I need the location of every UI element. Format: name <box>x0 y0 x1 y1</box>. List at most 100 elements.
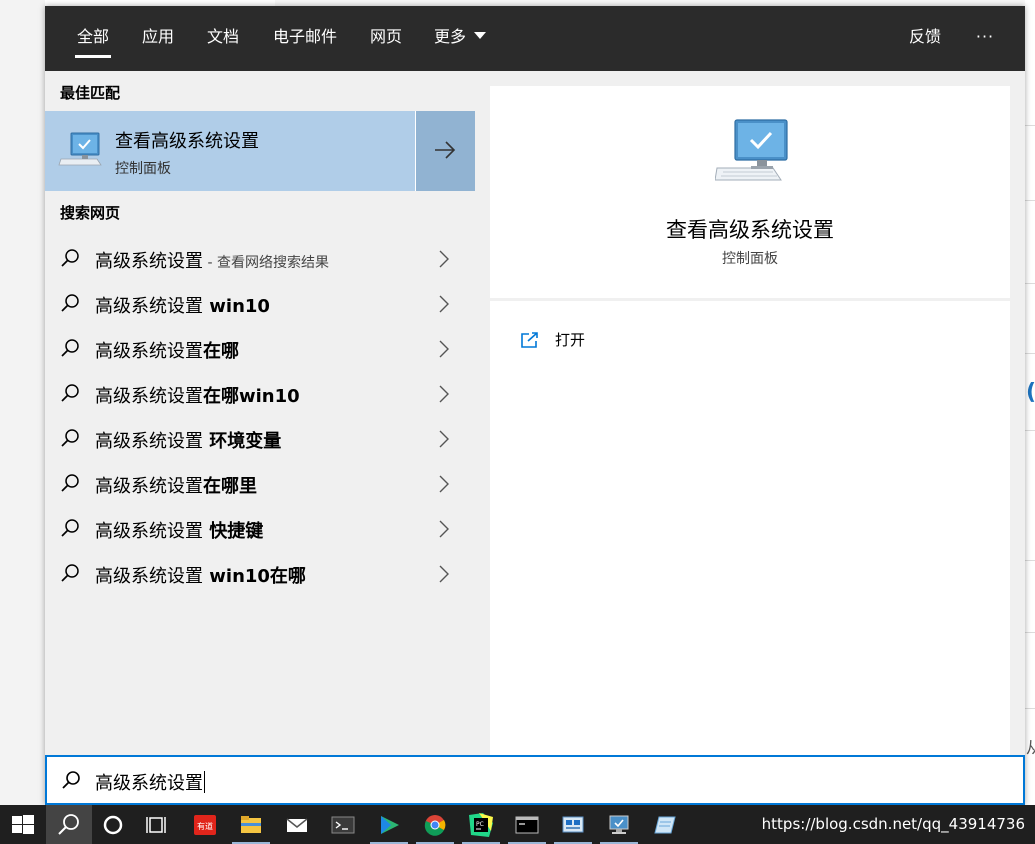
search-input[interactable]: 高级系统设置 <box>95 769 205 795</box>
watermark-url: https://blog.csdn.net/qq_43914736 <box>761 815 1025 833</box>
suggestion-text: 高级系统设置 快捷键 <box>95 517 263 543</box>
tab-apps[interactable]: 应用 <box>140 6 176 71</box>
notepad-icon <box>654 816 676 834</box>
best-match-item[interactable]: 查看高级系统设置 控制面板 <box>45 111 415 191</box>
search-icon <box>61 339 79 357</box>
tab-web[interactable]: 网页 <box>368 6 404 71</box>
suggestion-text: 高级系统设置在哪win10 <box>95 382 300 408</box>
text-cursor <box>204 771 205 793</box>
computer-monitor-icon <box>58 132 102 166</box>
search-icon <box>61 519 79 537</box>
suggestion-text: 高级系统设置在哪 <box>95 337 239 363</box>
tab-email[interactable]: 电子邮件 <box>270 6 340 71</box>
cortana-button[interactable] <box>90 805 136 844</box>
cortana-circle-icon <box>103 815 123 835</box>
background-window-right: ( 从 <box>1025 0 1035 805</box>
terminal-app[interactable] <box>320 805 366 844</box>
web-search-suggestion[interactable]: 高级系统设置 环境变量 <box>45 416 475 461</box>
file-explorer-icon <box>241 816 261 833</box>
chevron-right-icon[interactable] <box>437 564 451 584</box>
chrome-icon <box>424 815 446 836</box>
preview-subtitle: 控制面板 <box>722 251 778 267</box>
web-search-suggestion[interactable]: 高级系统设置 win10 <box>45 281 475 326</box>
pycharm-label: PC <box>476 821 484 828</box>
suggestion-base: 高级系统设置 <box>95 431 203 452</box>
mail-icon <box>286 818 308 832</box>
notepad-app[interactable] <box>642 805 688 844</box>
web-search-suggestion[interactable]: 高级系统设置 快捷键 <box>45 506 475 551</box>
suggestion-text: 高级系统设置 - 查看网络搜索结果 <box>95 247 329 273</box>
file-explorer-app[interactable] <box>228 805 274 844</box>
search-box[interactable]: 高级系统设置 <box>45 755 1025 805</box>
web-search-suggestion[interactable]: 高级系统设置 - 查看网络搜索结果 <box>45 236 475 281</box>
preview-pane: 查看高级系统设置 控制面板 打开 <box>490 86 1010 755</box>
suggestion-base: 高级系统设置 <box>95 341 203 362</box>
terminal-icon <box>331 816 355 834</box>
suggestion-suffix: 在哪里 <box>203 476 257 497</box>
suggestion-suffix: 在哪 <box>203 341 239 362</box>
web-search-suggestion[interactable]: 高级系统设置 win10在哪 <box>45 551 475 596</box>
tab-more[interactable]: 更多 <box>434 6 494 71</box>
pycharm-app[interactable]: PC <box>458 805 504 844</box>
mail-app[interactable] <box>274 805 320 844</box>
more-options-button[interactable]: ··· <box>970 6 1000 71</box>
results-list: 最佳匹配 查看高级系统设置 控制面板 搜索网页 高级系统设置 - 查看网络搜索结… <box>45 71 475 755</box>
start-button[interactable] <box>0 805 46 844</box>
pycharm-icon: PC <box>469 813 493 837</box>
chevron-right-icon[interactable] <box>437 249 451 269</box>
taskbar-search-button[interactable] <box>46 805 92 844</box>
background-glyph: ( <box>1026 380 1035 405</box>
media-player-icon <box>381 816 399 834</box>
suggestion-suffix: win10 <box>203 296 270 317</box>
search-icon <box>61 474 79 492</box>
monitor-settings-icon <box>609 815 629 834</box>
web-search-suggestion[interactable]: 高级系统设置在哪 <box>45 326 475 371</box>
search-icon <box>61 429 79 447</box>
tab-documents[interactable]: 文档 <box>205 6 241 71</box>
monitor-settings-app[interactable] <box>596 805 642 844</box>
network-adapter-icon <box>562 816 584 833</box>
chevron-right-icon[interactable] <box>437 339 451 359</box>
web-search-suggestion[interactable]: 高级系统设置在哪win10 <box>45 371 475 416</box>
network-adapter-app[interactable] <box>550 805 596 844</box>
search-icon <box>61 564 79 582</box>
computer-monitor-icon <box>715 119 788 181</box>
suggestion-base: 高级系统设置 <box>95 521 203 542</box>
suggestion-text: 高级系统设置在哪里 <box>95 472 257 498</box>
open-preview-button[interactable] <box>415 111 475 191</box>
search-flyout: 全部 应用 文档 电子邮件 网页 更多 反馈 ··· 最佳匹配 查看高级系统设置… <box>45 6 1025 805</box>
search-icon <box>58 814 79 835</box>
suggestion-suffix: 环境变量 <box>203 431 282 452</box>
search-icon <box>61 294 79 312</box>
suggestion-base: 高级系统设置 <box>95 566 203 587</box>
web-search-heading: 搜索网页 <box>60 204 121 222</box>
youdao-app[interactable]: 有道 <box>182 805 228 844</box>
suggestion-base: 高级系统设置 <box>95 251 203 272</box>
task-view-button[interactable] <box>134 805 180 844</box>
suggestion-base: 高级系统设置 <box>95 296 203 317</box>
tab-all[interactable]: 全部 <box>75 6 111 71</box>
suggestion-suffix: 快捷键 <box>203 521 264 542</box>
media-player-app[interactable] <box>366 805 412 844</box>
chevron-down-icon <box>474 32 487 39</box>
chevron-right-icon[interactable] <box>437 429 451 449</box>
chevron-right-icon[interactable] <box>437 294 451 314</box>
chevron-right-icon[interactable] <box>437 384 451 404</box>
youdao-icon: 有道 <box>194 815 216 835</box>
open-action-label: 打开 <box>555 331 586 349</box>
suggestion-text: 高级系统设置 win10 <box>95 292 270 318</box>
suggestion-base: 高级系统设置 <box>95 386 203 407</box>
tab-more-label: 更多 <box>434 27 467 46</box>
chrome-app[interactable] <box>412 805 458 844</box>
web-search-suggestion[interactable]: 高级系统设置在哪里 <box>45 461 475 506</box>
search-icon <box>61 384 79 402</box>
chevron-right-icon[interactable] <box>437 519 451 539</box>
open-external-icon <box>521 332 538 348</box>
search-input-value: 高级系统设置 <box>95 773 203 794</box>
feedback-button[interactable]: 反馈 <box>907 6 943 71</box>
cmd-icon <box>515 816 539 834</box>
search-scope-bar: 全部 应用 文档 电子邮件 网页 更多 反馈 ··· <box>45 6 1025 71</box>
cmd-app[interactable] <box>504 805 550 844</box>
chevron-right-icon[interactable] <box>437 474 451 494</box>
suggestion-suffix: 在哪win10 <box>203 386 300 407</box>
